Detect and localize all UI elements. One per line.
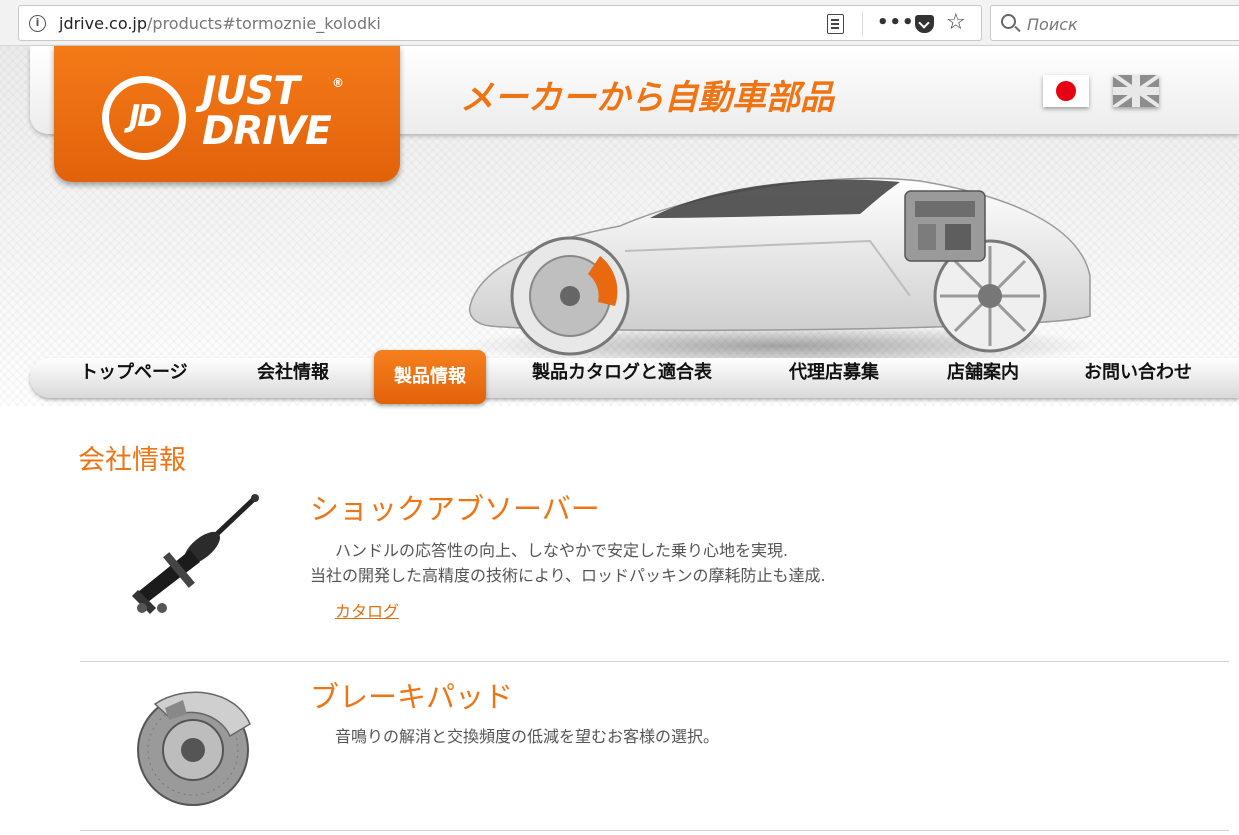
brake-disc-icon bbox=[137, 691, 251, 806]
site-tagline: メーカーから自動車部品 bbox=[460, 78, 834, 118]
url-text[interactable]: jdrive.co.jp/products#tormoznie_kolodki bbox=[59, 14, 381, 33]
site-logo[interactable]: JD JUST DRIVE ® bbox=[54, 46, 400, 182]
address-bar[interactable]: i jdrive.co.jp/products#tormoznie_kolodk… bbox=[18, 5, 982, 41]
nav-item-dealers[interactable]: 代理店募集 bbox=[789, 358, 879, 398]
info-icon[interactable]: i bbox=[29, 15, 46, 32]
product-desc-line: ハンドルの応答性の向上、しなやかで安定した乗り心地を実現. bbox=[335, 541, 789, 560]
nav-item-company[interactable]: 会社情報 bbox=[257, 358, 329, 398]
bookmark-star-icon[interactable]: ☆ bbox=[946, 10, 966, 35]
product-desc-line: 当社の開発した高精度の技術により、ロッドパッキンの摩耗防止も達成. bbox=[310, 566, 826, 585]
product-divider bbox=[80, 830, 1229, 831]
more-actions-icon[interactable]: ••• bbox=[877, 12, 915, 33]
nav-item-stores[interactable]: 店舗案内 bbox=[947, 358, 1019, 398]
product-item: ブレーキパッド 音鳴りの解消と交換頻度の低減を望むお客様の選択。 bbox=[80, 674, 1229, 824]
product-title: ショックアブソーバー bbox=[310, 492, 600, 526]
product-item: ショックアブソーバー ハンドルの応答性の向上、しなやかで安定した乗り心地を実現.… bbox=[80, 486, 1229, 656]
car-illustration bbox=[460, 177, 1100, 366]
url-path: /products#tormoznie_kolodki bbox=[147, 14, 381, 33]
search-box[interactable] bbox=[990, 5, 1239, 41]
registered-mark: ® bbox=[332, 76, 344, 90]
product-description: ハンドルの応答性の向上、しなやかで安定した乗り心地を実現. 当社の開発した高精度… bbox=[310, 538, 826, 588]
site-page: JD JUST DRIVE ® メーカーから自動車部品 トップページ 会社情報 … bbox=[0, 46, 1239, 835]
logo-badge-text: JD bbox=[128, 99, 162, 134]
product-divider bbox=[80, 661, 1229, 662]
logo-line-2: DRIVE bbox=[202, 109, 332, 154]
browser-toolbar: i jdrive.co.jp/products#tormoznie_kolodk… bbox=[0, 0, 1239, 46]
nav-item-catalog[interactable]: 製品カタログと適合表 bbox=[532, 358, 712, 398]
uk-flag-icon[interactable] bbox=[1113, 75, 1159, 107]
section-title: 会社情報 bbox=[78, 445, 186, 476]
pocket-icon[interactable] bbox=[915, 15, 934, 33]
logo-wordmark: JUST DRIVE bbox=[202, 69, 332, 154]
product-description: 音鳴りの解消と交換頻度の低減を望むお客様の選択。 bbox=[335, 727, 720, 746]
product-title: ブレーキパッド bbox=[310, 680, 514, 714]
url-domain: jdrive.co.jp bbox=[59, 14, 148, 33]
nav-item-products[interactable]: 製品情報 bbox=[374, 350, 486, 404]
logo-line-1: JUST bbox=[202, 69, 300, 114]
catalog-link[interactable]: カタログ bbox=[335, 598, 399, 622]
logo-badge-icon: JD bbox=[102, 76, 186, 160]
nav-item-contact[interactable]: お問い合わせ bbox=[1084, 358, 1192, 398]
japan-flag-icon[interactable] bbox=[1043, 75, 1089, 107]
shock-absorber-icon bbox=[132, 494, 259, 614]
search-input[interactable] bbox=[1027, 12, 1227, 36]
reader-view-icon[interactable] bbox=[827, 14, 844, 34]
toolbar-separator bbox=[862, 12, 863, 36]
nav-item-top[interactable]: トップページ bbox=[80, 358, 188, 398]
search-icon bbox=[1001, 14, 1016, 29]
main-nav: トップページ 会社情報 製品情報 製品カタログと適合表 代理店募集 店舗案内 お… bbox=[30, 350, 1239, 404]
